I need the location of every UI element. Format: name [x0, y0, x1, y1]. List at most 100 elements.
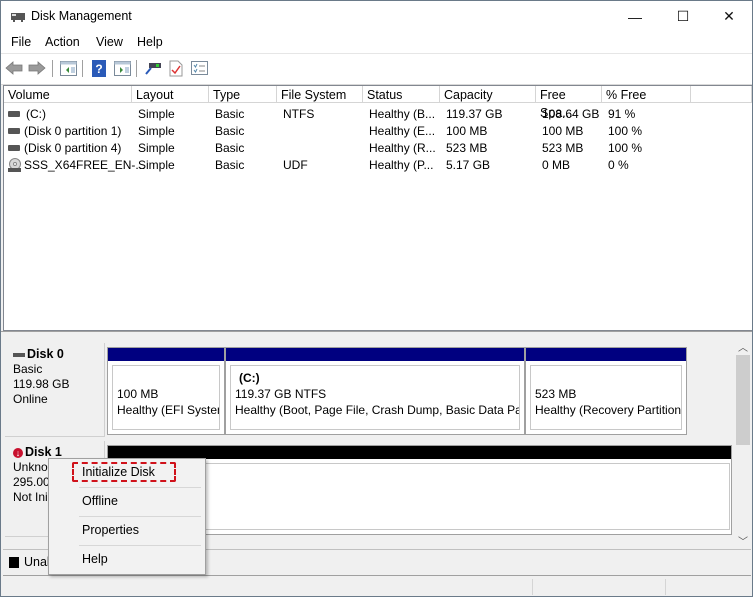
volume-layout: Simple: [138, 141, 175, 155]
back-icon: [5, 61, 23, 75]
volume-row[interactable]: (C:) Simple Basic NTFS Healthy (B... 119…: [4, 106, 752, 123]
partition-title: [117, 370, 215, 386]
svg-text:?: ?: [95, 62, 102, 76]
partition-title: [535, 370, 677, 386]
volume-row[interactable]: SSS_X64FREE_EN-... Simple Basic UDF Heal…: [4, 157, 752, 174]
volume-percent-free: 91 %: [608, 107, 636, 121]
drive-icon: [8, 128, 20, 134]
context-menu-separator: [79, 545, 201, 546]
disk-0-label[interactable]: Disk 0 Basic 119.98 GB Online: [5, 343, 105, 437]
volume-percent-free: 100 %: [608, 141, 643, 155]
show-hide-action-pane-button[interactable]: [112, 59, 132, 77]
volume-status: Healthy (P...: [369, 158, 434, 172]
graph-vertical-scrollbar[interactable]: ︿ ﹀: [735, 337, 751, 549]
close-icon: ✕: [723, 8, 735, 24]
volume-free-space: 108.64 GB: [542, 107, 600, 121]
column-header-status[interactable]: Status: [363, 86, 440, 103]
forward-button[interactable]: [27, 59, 47, 77]
cd-drive-icon: [8, 158, 21, 172]
context-menu-offline[interactable]: Offline: [82, 494, 118, 508]
volume-status: Healthy (B...: [369, 107, 436, 121]
close-button[interactable]: ✕: [706, 1, 752, 32]
window-title: Disk Management: [31, 9, 132, 23]
scrollbar-thumb[interactable]: [736, 355, 750, 445]
volume-list: Volume Layout Type File System Status Ca…: [3, 85, 752, 331]
minimize-icon: —: [628, 8, 642, 25]
volume-percent-free: 100 %: [608, 124, 643, 138]
partition-size: 119.37 GB NTFS: [235, 387, 327, 401]
help-button[interactable]: ?: [89, 59, 109, 77]
volume-type: Basic: [215, 158, 245, 172]
volume-capacity: 5.17 GB: [446, 158, 491, 172]
column-header-type[interactable]: Type: [209, 86, 277, 103]
back-button[interactable]: [4, 59, 24, 77]
show-hide-action-pane-icon: [113, 60, 131, 76]
column-header-volume[interactable]: Volume: [4, 86, 132, 103]
volume-status: Healthy (R...: [369, 141, 436, 155]
status-separator: [665, 579, 666, 595]
partition-recovery[interactable]: 523 MB Healthy (Recovery Partition): [525, 347, 687, 435]
maximize-button[interactable]: ☐: [660, 1, 706, 32]
partition-title: (C:): [239, 371, 260, 385]
help-icon: ?: [92, 59, 106, 77]
volume-row[interactable]: (Disk 0 partition 4) Simple Basic Health…: [4, 140, 752, 157]
context-menu: Initialize Disk Offline Properties Help: [48, 458, 206, 575]
minimize-button[interactable]: —: [612, 1, 658, 32]
title-bar: Disk Management — ☐ ✕: [1, 1, 752, 32]
partition-bar: [226, 348, 524, 361]
volume-name: (C:): [26, 107, 46, 121]
check-disk-icon: [169, 60, 183, 76]
column-header-file-system[interactable]: File System: [277, 86, 363, 103]
column-header-percent-free[interactable]: % Free: [602, 86, 691, 103]
column-header-empty: [691, 86, 752, 103]
disk-error-icon: ↓: [13, 447, 23, 458]
partition-bar: [108, 348, 224, 361]
context-menu-properties[interactable]: Properties: [82, 523, 139, 537]
toolbar-separator: [52, 60, 53, 77]
volume-file-system: UDF: [283, 158, 308, 172]
unallocated-legend-label: Unal: [24, 555, 50, 569]
menu-file[interactable]: File: [11, 35, 31, 49]
connect-virtual-disk-button[interactable]: [143, 59, 163, 77]
volume-name: (Disk 0 partition 4): [24, 141, 122, 155]
volume-type: Basic: [215, 107, 245, 121]
unallocated-legend-swatch: [9, 557, 19, 568]
column-header-capacity[interactable]: Capacity: [440, 86, 536, 103]
context-menu-help[interactable]: Help: [82, 552, 108, 566]
partition-c[interactable]: (C:) 119.37 GB NTFS Healthy (Boot, Page …: [225, 347, 525, 435]
column-header-layout[interactable]: Layout: [132, 86, 209, 103]
partition-status: Healthy (EFI System: [117, 403, 220, 417]
properties-list-button[interactable]: [189, 59, 209, 77]
menu-action[interactable]: Action: [45, 35, 80, 49]
volume-capacity: 523 MB: [446, 141, 488, 155]
partition-size: 523 MB: [535, 387, 577, 401]
disk-0-name-row: Disk 0: [13, 347, 96, 362]
disk-name: Disk 0: [27, 347, 64, 361]
check-disk-button[interactable]: [166, 59, 186, 77]
volume-type: Basic: [215, 141, 245, 155]
context-menu-separator: [79, 487, 201, 488]
disk-size: 119.98 GB: [13, 377, 70, 391]
disk-name: Disk 1: [25, 445, 62, 459]
volume-list-header: Volume Layout Type File System Status Ca…: [4, 86, 752, 120]
partition-body: (C:) 119.37 GB NTFS Healthy (Boot, Page …: [230, 365, 520, 430]
volume-row[interactable]: (Disk 0 partition 1) Simple Basic Health…: [4, 123, 752, 140]
volume-layout: Simple: [138, 107, 175, 121]
volume-percent-free: 0 %: [608, 158, 629, 172]
context-menu-initialize-disk[interactable]: Initialize Disk: [82, 465, 155, 479]
show-hide-console-tree-icon: [59, 60, 77, 76]
volume-free-space: 0 MB: [542, 158, 571, 172]
drive-icon: [8, 145, 20, 151]
partition-status: Healthy (Recovery Partition): [535, 403, 682, 417]
volume-free-space: 100 MB: [542, 124, 584, 138]
partition-efi[interactable]: 100 MB Healthy (EFI System: [107, 347, 225, 435]
show-hide-console-tree-button[interactable]: [58, 59, 78, 77]
toolbar: ?: [1, 53, 752, 85]
menu-help[interactable]: Help: [137, 35, 163, 49]
disk-icon: [13, 352, 25, 357]
scroll-down-icon[interactable]: ﹀: [738, 533, 748, 548]
scroll-up-icon[interactable]: ︿: [738, 339, 748, 354]
menu-view[interactable]: View: [96, 35, 123, 49]
volume-file-system: NTFS: [283, 107, 315, 121]
column-header-free-space[interactable]: Free Spa...: [536, 86, 602, 120]
